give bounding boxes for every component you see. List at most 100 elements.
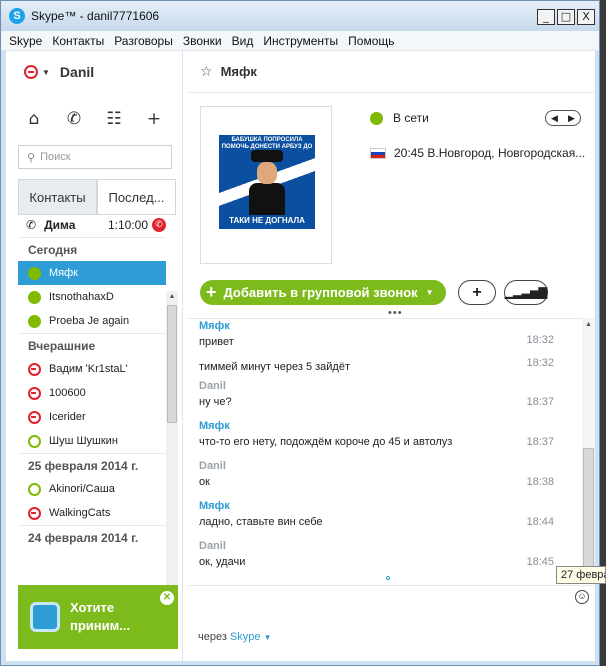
list-item[interactable]: Шуш Шушкин <box>18 429 166 453</box>
message: Мяфк ладно, ставьте вин себе 18:44 <box>199 500 554 528</box>
plus-icon: + <box>206 282 217 302</box>
promo-banner[interactable]: Хотите приним... ✕ <box>18 585 178 649</box>
contact-list: ✆ Дима 1:10:00 ✆ Сегодня Мяфк Itsnothaha… <box>18 213 166 623</box>
contact-name: WalkingCats <box>49 507 111 519</box>
active-call-row[interactable]: ✆ Дима 1:10:00 ✆ <box>18 213 166 237</box>
online-status-icon <box>28 290 41 304</box>
contact-list-scrollbar[interactable]: ▲ ▼ <box>166 291 178 623</box>
star-icon[interactable]: ☆ <box>200 64 213 80</box>
menu-help[interactable]: Помощь <box>348 34 394 48</box>
message-sender: Danil <box>199 540 226 552</box>
list-item[interactable]: Вадим 'Kr1staL' <box>18 357 166 381</box>
list-item[interactable]: 100600 <box>18 381 166 405</box>
scroll-up-icon[interactable]: ▲ <box>582 318 595 331</box>
message-sender: Мяфк <box>199 500 230 512</box>
menu-contacts[interactable]: Контакты <box>52 34 104 48</box>
contact-name: Akinori/Саша <box>49 483 115 495</box>
status-text: В сети <box>393 111 429 125</box>
chevron-right-icon[interactable]: ▶ <box>568 113 575 124</box>
chevron-down-icon[interactable]: ▼ <box>42 68 50 77</box>
close-button[interactable]: X <box>577 9 595 25</box>
list-item[interactable]: Proeba Je again <box>18 309 166 333</box>
message-sender: Мяфк <box>199 420 230 432</box>
contacts-icon[interactable]: ☷ <box>102 109 126 129</box>
call-quality-button[interactable]: ▁▂▃▅▇ <box>504 280 548 305</box>
date-tooltip: 27 февраля <box>556 566 606 584</box>
menu-view[interactable]: Вид <box>232 34 254 48</box>
message-text: ок <box>199 476 210 488</box>
group-header: 25 февраля 2014 г. <box>18 453 166 477</box>
chevron-down-icon[interactable]: ▼ <box>264 633 272 642</box>
close-icon[interactable]: ✕ <box>160 591 174 605</box>
menu-conversations[interactable]: Разговоры <box>114 34 173 48</box>
avatar-hat <box>251 150 283 162</box>
group-header: Вчерашние <box>18 333 166 357</box>
search-placeholder: Поиск <box>40 151 71 163</box>
add-to-group-call-button[interactable]: + Добавить в групповой звонок ▼ <box>200 280 446 305</box>
minimize-button[interactable]: _ <box>537 9 555 25</box>
group-header: 24 февраля 2014 г. <box>18 525 166 549</box>
title-bar[interactable]: S Skype™ - danil7771606 _ □ X <box>1 1 599 31</box>
avatar-caption-bottom: ТАКИ НЕ ДОГНАЛА <box>229 216 305 225</box>
list-item[interactable]: ItsnothahaxD <box>18 285 166 309</box>
home-icon[interactable]: ⌂ <box>22 109 46 129</box>
offline-status-icon <box>28 410 41 424</box>
tab-contacts[interactable]: Контакты <box>18 179 97 215</box>
message: Мяфк привет 18:32 <box>199 320 554 348</box>
message-text: ладно, ставьте вин себе <box>199 516 323 528</box>
profile-nav-arrows[interactable]: ◀ ▶ <box>545 110 581 126</box>
list-item[interactable]: WalkingCats <box>18 501 166 525</box>
phone-icon[interactable]: ✆ <box>62 109 86 129</box>
scrollbar-thumb[interactable] <box>167 305 177 423</box>
contact-name: Proeba Je again <box>49 315 130 327</box>
profile-name[interactable]: Danil <box>60 64 94 80</box>
message-history: Мяфк привет 18:32 тиммей минут через 5 з… <box>188 318 595 583</box>
scroll-up-icon[interactable]: ▲ <box>166 291 178 303</box>
maximize-button[interactable]: □ <box>557 9 575 25</box>
message: Danil ок, удачи 18:45 <box>199 540 554 568</box>
quick-actions: ⌂ ✆ ☷ + <box>6 93 182 145</box>
contact-location: 20:45 В.Новгород, Новгородская... <box>370 146 585 160</box>
promo-app-icon <box>30 602 60 632</box>
message-sender: Мяфк <box>199 320 230 332</box>
phone-icon: ✆ <box>26 218 37 232</box>
add-contact-icon[interactable]: + <box>142 109 166 129</box>
away-status-icon <box>28 482 41 496</box>
sidebar-tabs: Контакты Послед... <box>18 179 176 215</box>
menu-tools[interactable]: Инструменты <box>263 34 338 48</box>
call-contact-name: Дима <box>44 218 76 232</box>
list-item[interactable]: Icerider <box>18 405 166 429</box>
add-button[interactable]: + <box>458 280 496 305</box>
russia-flag-icon <box>370 147 386 159</box>
hang-up-icon[interactable]: ✆ <box>152 218 166 232</box>
conversation-header: ☆ Мяфк <box>188 51 595 93</box>
smile-icon[interactable]: ☺ <box>575 590 589 604</box>
scrollbar-thumb[interactable] <box>583 448 594 570</box>
list-item[interactable]: Мяфк <box>18 261 166 285</box>
via-skype-link[interactable]: Skype <box>230 631 261 643</box>
chevron-down-icon: ▼ <box>425 288 434 297</box>
chevron-left-icon[interactable]: ◀ <box>551 113 558 124</box>
contact-name: 100600 <box>49 387 86 399</box>
group-header: Сегодня <box>18 237 166 261</box>
message-scrollbar[interactable]: ▲ ▼ <box>582 318 595 583</box>
menu-calls[interactable]: Звонки <box>183 34 222 48</box>
avatar[interactable]: БАБУШКА ПОПРОСИЛА ПОМОЧЬ ДОНЕСТИ АРБУЗ Д… <box>200 106 332 264</box>
menu-skype[interactable]: Skype <box>9 34 42 48</box>
profile-header[interactable]: ▼ Danil <box>6 51 182 93</box>
search-input[interactable]: ⚲ Поиск <box>18 145 172 169</box>
do-not-disturb-status-icon[interactable] <box>24 65 38 79</box>
tab-recent[interactable]: Послед... <box>97 179 176 215</box>
contact-name: ItsnothahaxD <box>49 291 114 303</box>
conversation-pane: ☆ Мяфк БАБУШКА ПОПРОСИЛА ПОМОЧЬ ДОНЕСТИ … <box>188 51 595 661</box>
promo-text: Хотите приним... <box>70 599 130 635</box>
message: Danil ну че? 18:37 <box>199 380 554 408</box>
skype-window: S Skype™ - danil7771606 _ □ X Skype Конт… <box>0 0 600 666</box>
message-text: тиммей минут через 5 зайдёт <box>199 361 350 373</box>
online-status-icon <box>28 266 41 280</box>
list-item[interactable]: Akinori/Саша <box>18 477 166 501</box>
online-status-icon <box>370 111 383 125</box>
message-input[interactable]: ☺ <box>188 585 595 625</box>
avatar-body <box>249 183 285 215</box>
offline-status-icon <box>28 386 41 400</box>
